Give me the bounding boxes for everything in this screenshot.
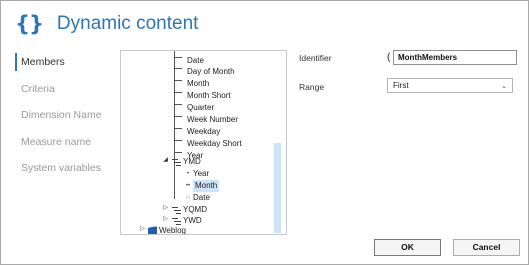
- hierarchy-icon: [172, 217, 181, 225]
- tree-item-label: Date: [193, 193, 210, 202]
- tree-connector: [174, 110, 182, 117]
- tree-connector: [174, 74, 182, 81]
- tree-item[interactable]: Weekday: [185, 126, 220, 138]
- identifier-input[interactable]: [393, 50, 517, 65]
- tree-item-label: Weblog: [159, 226, 186, 235]
- cube-icon: [148, 225, 157, 234]
- range-dropdown[interactable]: First ⌄: [387, 78, 513, 93]
- tree-content: Date Day of Month Month Month Short Quar…: [121, 51, 271, 235]
- collapsed-arrow-icon[interactable]: ▷: [139, 225, 146, 234]
- sidebar-nav: Members Criteria Dimension Name Measure …: [15, 51, 115, 184]
- tree-connector: [174, 98, 182, 105]
- dialog-title-bar: {} Dynamic content: [15, 9, 198, 39]
- collapsed-arrow-icon[interactable]: ▷: [162, 215, 169, 224]
- nav-item-criteria[interactable]: Criteria: [15, 78, 115, 105]
- tree-scrollbar[interactable]: [270, 51, 286, 234]
- nav-item-system-variables[interactable]: System variables: [15, 157, 115, 184]
- ok-button[interactable]: OK: [374, 239, 441, 256]
- tree-item-label: Month: [193, 180, 220, 192]
- tree-item-date-level[interactable]: ∴ Date: [185, 192, 210, 204]
- tree-item-label: Month: [187, 79, 210, 88]
- identifier-label: Identifier: [299, 53, 332, 63]
- tree-item-label: Week Number: [187, 115, 238, 124]
- tree-item-month-level[interactable]: •• Month: [185, 180, 220, 192]
- tree-item[interactable]: Week Number: [185, 114, 238, 126]
- expanded-arrow-icon[interactable]: ◢: [162, 156, 169, 165]
- dialog-title: Dynamic content: [56, 13, 199, 34]
- tree-connector: [174, 146, 182, 153]
- collapsed-arrow-icon[interactable]: ▷: [162, 204, 169, 213]
- tree-connector: [174, 134, 182, 141]
- hierarchy-icon: [172, 206, 181, 214]
- level-dots-icon: ••: [185, 183, 191, 189]
- identifier-field: (: [387, 50, 517, 65]
- tree-item[interactable]: Day of Month: [185, 66, 235, 78]
- tree-connector: [174, 122, 182, 129]
- tree-item-label: Weekday: [187, 127, 221, 136]
- tree-item-label: Month Short: [187, 91, 231, 100]
- range-selected-value: First: [393, 81, 409, 90]
- tree-item[interactable]: Month: [185, 78, 209, 90]
- chevron-down-icon: ⌄: [501, 82, 507, 90]
- nav-item-members[interactable]: Members: [15, 51, 115, 78]
- tree-item[interactable]: Quarter: [185, 102, 214, 114]
- scrollbar-thumb[interactable]: [274, 143, 281, 233]
- cancel-button[interactable]: Cancel: [453, 239, 520, 256]
- nav-item-dimension-name[interactable]: Dimension Name: [15, 104, 115, 131]
- braces-icon: {}: [15, 12, 44, 36]
- hierarchy-icon: [172, 158, 181, 166]
- tree-item-label: Quarter: [187, 103, 215, 112]
- range-label: Range: [299, 82, 325, 92]
- tree-item-label: Weekday Short: [187, 139, 242, 148]
- tree-item-label: Year: [193, 169, 210, 178]
- tree-item-weblog[interactable]: Weblog: [148, 225, 186, 235]
- tree-item[interactable]: Weekday Short: [185, 138, 242, 150]
- nav-item-measure-name[interactable]: Measure name: [15, 131, 115, 158]
- tree-item-ymd[interactable]: YMD: [172, 156, 201, 168]
- tree-item-label: Day of Month: [187, 67, 235, 76]
- tree-item[interactable]: Month Short: [185, 90, 231, 102]
- tree-connector: [174, 62, 182, 69]
- level-dot-icon: •: [186, 171, 190, 177]
- members-tree[interactable]: Date Day of Month Month Month Short Quar…: [120, 50, 287, 235]
- tree-item-label: YMD: [183, 157, 201, 166]
- level-triple-dot-icon: ∴: [186, 195, 190, 201]
- tree-connector: [174, 51, 182, 58]
- tree-connector: [174, 86, 182, 93]
- tree-item-year-level[interactable]: • Year: [185, 168, 209, 180]
- dynamic-content-dialog: {} Dynamic content Members Criteria Dime…: [0, 0, 529, 265]
